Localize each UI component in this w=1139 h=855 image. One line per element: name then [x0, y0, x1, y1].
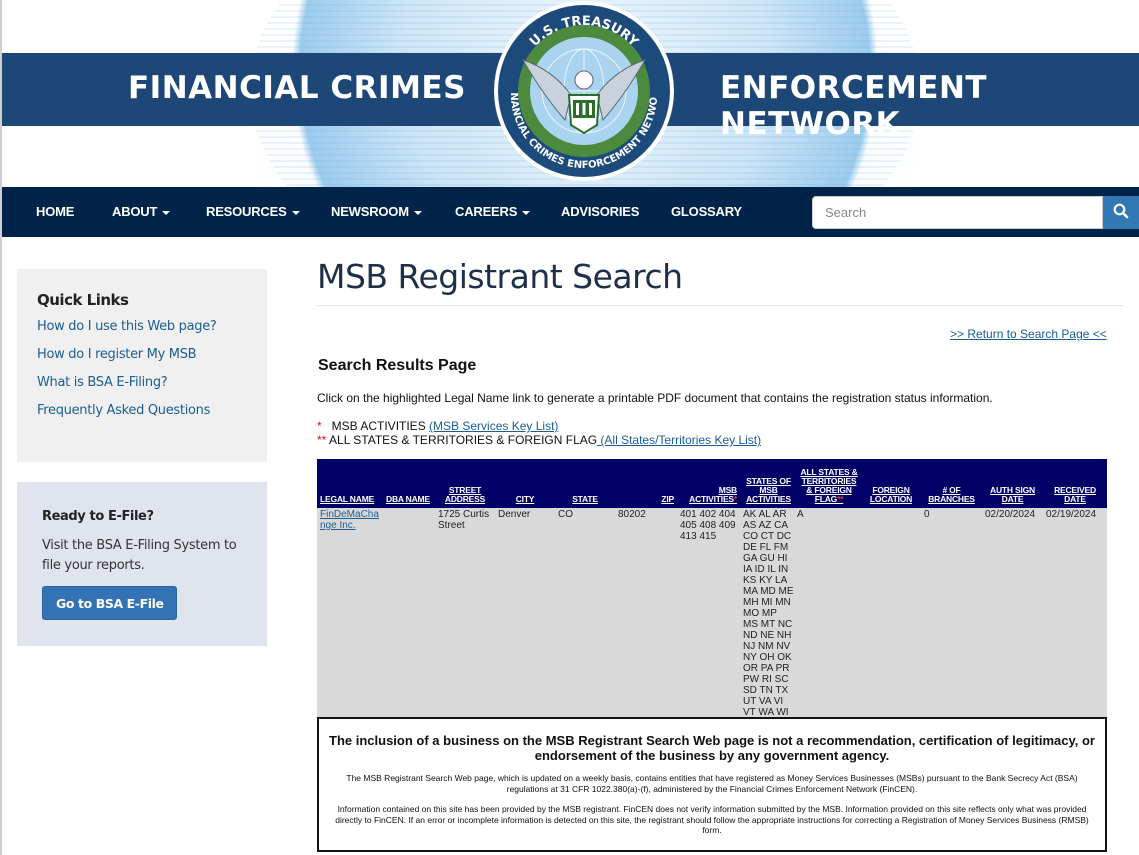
col-auth-sign-date[interactable]: AUTH SIGN DATE	[982, 459, 1043, 508]
nav-careers-label: CAREERS	[455, 204, 518, 219]
quick-link-use-web-page[interactable]: How do I use this Web page?	[37, 319, 247, 334]
col-states-of-msb-activities[interactable]: STATES OF MSB ACTIVITIES	[740, 459, 797, 508]
msb-activities-key: * MSB ACTIVITIES (MSB Services Key List)	[317, 419, 558, 433]
col-msb-activities-label: MSB ACTIVITIES	[689, 485, 737, 504]
return-to-search-link[interactable]: >> Return to Search Page <<	[950, 327, 1107, 341]
go-to-bsa-efile-button[interactable]: Go to BSA E-File	[42, 586, 177, 620]
caret-down-icon	[413, 210, 422, 215]
quick-links-panel: Quick Links How do I use this Web page? …	[17, 269, 267, 462]
nav-glossary[interactable]: GLOSSARY	[671, 187, 742, 237]
cell-legal-name: FinDeMaChange Inc.	[317, 508, 383, 729]
cell-auth-sign-date: 02/20/2024	[982, 508, 1043, 729]
states-key: ** ALL STATES & TERRITORIES & FOREIGN FL…	[317, 433, 761, 447]
nav-careers[interactable]: CAREERS	[455, 187, 531, 237]
cell-city: Denver	[495, 508, 555, 729]
nav-glossary-label: GLOSSARY	[671, 204, 742, 219]
cell-zip: 80202	[615, 508, 677, 729]
quick-link-bsa-efiling[interactable]: What is BSA E-Filing?	[37, 375, 247, 390]
quick-link-faq[interactable]: Frequently Asked Questions	[37, 403, 247, 418]
banner-title-right: ENFORCEMENT NETWORK	[720, 70, 988, 142]
search-button[interactable]	[1103, 196, 1139, 229]
efile-panel: Ready to E-File? Visit the BSA E-Filing …	[17, 482, 267, 646]
nav-about[interactable]: ABOUT	[112, 187, 171, 237]
treasury-seal-logo[interactable]: U.S. TREASURY FINANCIAL CRIMES ENFORCEME…	[493, 0, 675, 182]
legal-name-link[interactable]: FinDeMaChange Inc.	[320, 509, 379, 531]
col-msb-activities[interactable]: MSB ACTIVITIES*	[677, 459, 740, 508]
disclaimer-paragraph-1: The MSB Registrant Search Web page, whic…	[346, 773, 1078, 794]
cell-num-branches: 0	[921, 508, 982, 729]
nav-home-label: HOME	[36, 204, 75, 219]
magnifier-icon	[1113, 203, 1129, 219]
nav-advisories-label: ADVISORIES	[561, 204, 640, 219]
quick-links-title: Quick Links	[37, 291, 129, 309]
asterisk-marker: *	[733, 494, 737, 504]
results-table: LEGAL NAME DBA NAME STREET ADDRESS CITY …	[317, 459, 1107, 729]
main-navbar: HOME ABOUT RESOURCES NEWSROOM CAREERS AD…	[2, 187, 1139, 237]
states-key-list-link[interactable]: (All States/Territories Key List)	[597, 433, 761, 447]
nav-advisories[interactable]: ADVISORIES	[561, 187, 639, 237]
nav-resources-label: RESOURCES	[206, 204, 287, 219]
col-street-address[interactable]: STREET ADDRESS	[435, 459, 495, 508]
nav-resources[interactable]: RESOURCES	[206, 187, 300, 237]
instructions-text: Click on the highlighted Legal Name link…	[317, 391, 993, 405]
efile-title: Ready to E-File?	[42, 509, 154, 524]
col-all-states-flag-label: ALL STATES & TERRITORIES & FOREIGN FLAG	[800, 467, 858, 504]
cell-state: CO	[555, 508, 615, 729]
col-legal-name[interactable]: LEGAL NAME	[317, 459, 383, 508]
disclaimer-box: The inclusion of a business on the MSB R…	[317, 717, 1107, 852]
cell-street-address: 1725 Curtis Street	[435, 508, 495, 729]
table-row: FinDeMaChange Inc. 1725 Curtis Street De…	[317, 508, 1107, 729]
col-foreign-location[interactable]: FOREIGN LOCATION	[861, 459, 921, 508]
nav-home[interactable]: HOME	[36, 187, 74, 237]
col-received-date[interactable]: RECEIVED DATE	[1043, 459, 1107, 508]
nav-newsroom[interactable]: NEWSROOM	[331, 187, 422, 237]
double-asterisk-marker: **	[317, 433, 327, 447]
caret-down-icon	[522, 210, 531, 215]
cell-dba-name	[383, 508, 435, 729]
cell-msb-activities: 401 402 404 405 408 409 413 415	[677, 508, 740, 729]
col-num-branches[interactable]: # OF BRANCHES	[921, 459, 982, 508]
results-heading: Search Results Page	[318, 357, 477, 374]
col-all-states-flag[interactable]: ALL STATES & TERRITORIES & FOREIGN FLAG*…	[797, 459, 861, 508]
search-input[interactable]	[812, 196, 1103, 229]
table-header-row: LEGAL NAME DBA NAME STREET ADDRESS CITY …	[317, 459, 1107, 508]
cell-received-date: 02/19/2024	[1043, 508, 1107, 729]
caret-down-icon	[162, 210, 171, 215]
disclaimer-heading: The inclusion of a business on the MSB R…	[329, 733, 1095, 763]
cell-states-of-msb-activities: AK AL AR AS AZ CA CO CT DC DE FL FM GA G…	[740, 508, 797, 729]
page-left-border	[0, 0, 2, 855]
col-dba-name[interactable]: DBA NAME	[383, 459, 435, 508]
col-zip[interactable]: ZIP	[615, 459, 677, 508]
msb-services-key-list-link[interactable]: (MSB Services Key List)	[429, 419, 558, 433]
banner-title-left: FINANCIAL CRIMES	[128, 70, 466, 106]
quick-link-register-msb[interactable]: How do I register My MSB	[37, 347, 247, 362]
double-asterisk-marker: **	[837, 494, 844, 504]
msb-activities-label: MSB ACTIVITIES	[321, 419, 430, 433]
col-city[interactable]: CITY	[495, 459, 555, 508]
search-form	[812, 196, 1139, 229]
states-label: ALL STATES & TERRITORIES & FOREIGN FLAG	[326, 433, 598, 447]
main-content: MSB Registrant Search >> Return to Searc…	[317, 250, 1124, 447]
nav-newsroom-label: NEWSROOM	[331, 204, 409, 219]
cell-foreign-location	[861, 508, 921, 729]
efile-description: Visit the BSA E-Filing System to file yo…	[42, 538, 237, 573]
nav-about-label: ABOUT	[112, 204, 158, 219]
site-banner: FINANCIAL CRIMES ENFORCEMENT NETWORK U.S…	[0, 0, 1139, 187]
caret-down-icon	[291, 210, 300, 215]
page-title: MSB Registrant Search	[317, 250, 1124, 306]
col-state[interactable]: STATE	[555, 459, 615, 508]
disclaimer-paragraph-2: Information contained on this site has b…	[335, 804, 1089, 835]
cell-all-states-flag: A	[797, 508, 861, 729]
